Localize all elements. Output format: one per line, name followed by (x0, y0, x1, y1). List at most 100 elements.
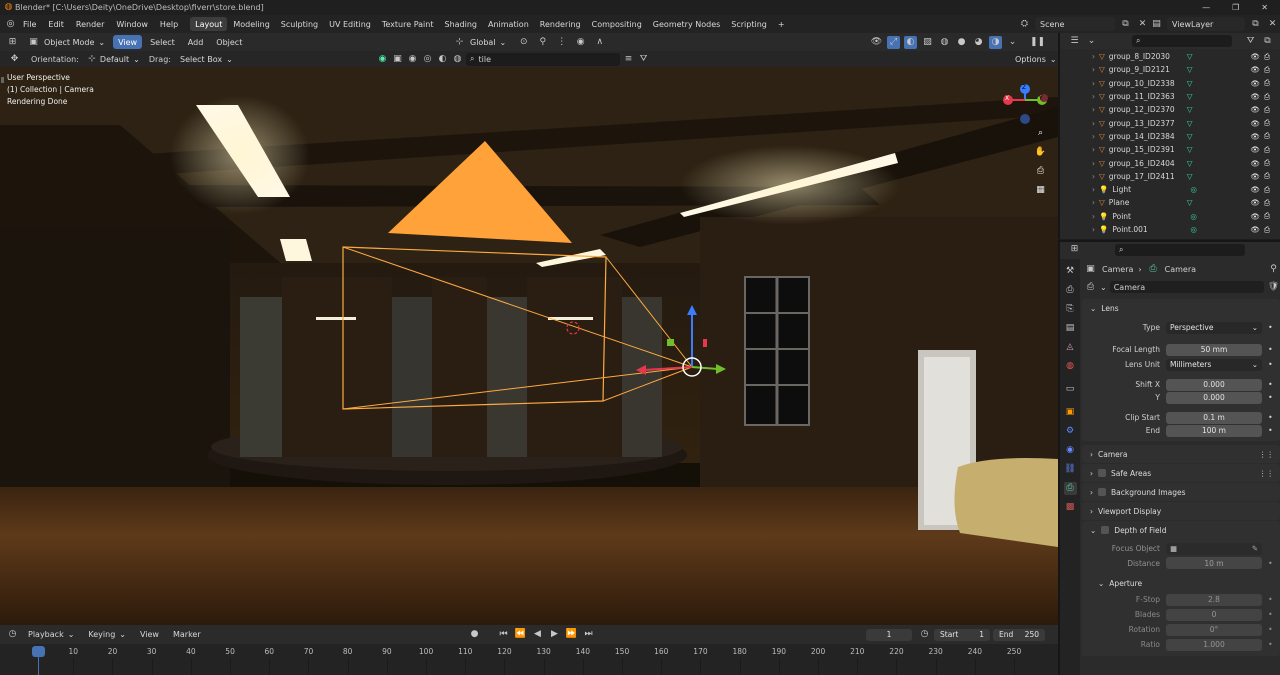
shading-options-icon[interactable]: ⌄ (1006, 36, 1019, 49)
outliner-row[interactable]: › ▽ group_17_ID2411 ▽ 👁 ⎙ (1060, 170, 1280, 183)
current-frame-field[interactable]: 1 (866, 628, 912, 641)
filter-camera-icon[interactable]: ◐ (436, 53, 449, 66)
eye-icon[interactable]: 👁 (1250, 105, 1260, 114)
jump-end-icon[interactable]: ⏭ (582, 628, 595, 641)
keyframe-dot-icon[interactable]: • (1268, 393, 1273, 402)
camera-render-icon[interactable]: ⎙ (1264, 145, 1270, 155)
expand-arrow-icon[interactable]: › (1092, 185, 1095, 194)
properties-editor-icon[interactable]: ⊞ (1068, 243, 1081, 256)
pin-icon[interactable]: ⚲ (1267, 263, 1280, 276)
menu-file[interactable]: File (17, 20, 42, 29)
keying-menu[interactable]: Keying ⌄ (83, 628, 131, 642)
viewport-display-section[interactable]: › Viewport Display (1082, 502, 1280, 520)
expand-arrow-icon[interactable]: › (1092, 92, 1095, 101)
properties-search-input[interactable]: ⌕ (1115, 243, 1245, 256)
camera-render-icon[interactable]: ⎙ (1264, 198, 1270, 208)
pan-hand-icon[interactable]: ✋ (1034, 146, 1047, 159)
prev-keyframe-icon[interactable]: ⏪ (514, 628, 527, 641)
menu-render[interactable]: Render (70, 20, 110, 29)
expand-arrow-icon[interactable]: › (1092, 198, 1095, 207)
outliner-row[interactable]: › ▽ group_9_ID2121 ▽ 👁 ⎙ (1060, 63, 1280, 76)
menu-edit[interactable]: Edit (42, 20, 70, 29)
expand-arrow-icon[interactable]: › (1092, 65, 1095, 74)
left-toolbar-handle[interactable] (1, 77, 4, 83)
keyframe-dot-icon[interactable]: • (1268, 640, 1273, 649)
filter-icon[interactable]: ⛛ (637, 53, 650, 66)
shading-rendered-icon[interactable]: ◑ (989, 35, 1002, 49)
outliner-row[interactable]: › 💡 Light ◎ 👁 ⎙ (1060, 183, 1280, 196)
view-layer-selector[interactable]: ViewLayer (1167, 17, 1245, 31)
camera-render-icon[interactable]: ⎙ (1264, 158, 1270, 168)
eye-icon[interactable]: 👁 (1250, 119, 1260, 128)
tab-scripting[interactable]: Scripting (726, 17, 772, 31)
modifier-tab-icon[interactable]: ⚙ (1064, 425, 1077, 438)
shading-solid-icon[interactable]: ● (955, 36, 968, 49)
clip-end-field[interactable]: 100 m (1166, 424, 1262, 437)
camera-render-icon[interactable]: ⎙ (1264, 105, 1270, 115)
maximize-button[interactable]: ❐ (1232, 3, 1239, 12)
minimize-button[interactable]: — (1202, 3, 1210, 12)
tab-geometry-nodes[interactable]: Geometry Nodes (648, 17, 725, 31)
overlay-toggle-icon[interactable]: ◐ (904, 35, 917, 49)
gizmo-toggle-icon[interactable]: ⤢ (887, 35, 900, 49)
expand-arrow-icon[interactable]: › (1092, 212, 1095, 221)
expand-arrow-icon[interactable]: › (1092, 145, 1095, 154)
eye-icon[interactable]: 👁 (1250, 159, 1260, 168)
shift-y-field[interactable]: 0.000 (1166, 391, 1262, 404)
clip-start-field[interactable]: 0.1 m (1166, 411, 1262, 424)
eye-icon[interactable]: 👁 (1250, 172, 1260, 181)
background-images-checkbox[interactable] (1098, 488, 1106, 496)
tool-tab-icon[interactable]: ⚒ (1064, 265, 1077, 278)
display-mode-icon[interactable]: ⌄ (1085, 35, 1098, 48)
outliner-row[interactable]: › ▽ group_15_ID2391 ▽ 👁 ⎙ (1060, 143, 1280, 156)
falloff-icon[interactable]: ∧ (593, 36, 606, 49)
camera-render-icon[interactable]: ⎙ (1264, 185, 1270, 195)
drag-handle-icon[interactable]: ⋮⋮ (1259, 469, 1274, 478)
gizmo-plane-handle[interactable] (703, 339, 707, 347)
sort-icon[interactable]: ≡ (622, 53, 635, 66)
start-frame-field[interactable]: Start 1 (934, 628, 990, 641)
camera-render-icon[interactable]: ⎙ (1264, 65, 1270, 75)
render-tab-icon[interactable]: ⎙ (1064, 284, 1077, 297)
keyframe-dot-icon[interactable]: • (1268, 426, 1273, 435)
filter-world-icon[interactable]: ◍ (451, 53, 464, 66)
outliner-row[interactable]: › ▽ group_11_ID2363 ▽ 👁 ⎙ (1060, 90, 1280, 103)
eye-icon[interactable]: 👁 (1250, 132, 1260, 141)
search-field[interactable]: ⌕ tile (466, 52, 620, 66)
tab-modeling[interactable]: Modeling (228, 17, 274, 31)
viewport[interactable]: User Perspective (1) Collection | Camera… (0, 67, 1058, 625)
keyframe-dot-icon[interactable]: • (1268, 595, 1273, 604)
focal-length-field[interactable]: 50 mm (1166, 343, 1262, 356)
camera-render-icon[interactable]: ⎙ (1264, 92, 1270, 102)
cycles-icon[interactable]: ◉ (376, 53, 389, 66)
object-tab-icon[interactable]: ▣ (1064, 406, 1077, 419)
safe-areas-section[interactable]: › Safe Areas ⋮⋮ (1082, 464, 1280, 482)
delete-view-layer-icon[interactable]: ✕ (1266, 18, 1279, 31)
outliner-row[interactable]: › ▽ group_12_ID2370 ▽ 👁 ⎙ (1060, 103, 1280, 116)
transform-orientation-dropdown[interactable]: ⊹ Global ⌄ (448, 35, 511, 49)
keyframe-dot-icon[interactable]: • (1268, 559, 1273, 568)
drag-handle-icon[interactable]: ⋮⋮ (1259, 450, 1274, 459)
camera-render-icon[interactable]: ⎙ (1264, 211, 1270, 221)
menu-help[interactable]: Help (154, 20, 184, 29)
eye-icon[interactable]: 👁 (1250, 145, 1260, 154)
lens-unit-dropdown[interactable]: Millimeters ⌄ (1166, 358, 1262, 371)
select-menu[interactable]: Select (145, 35, 180, 49)
marker-menu[interactable]: Marker (168, 628, 206, 642)
lens-panel-header[interactable]: ⌄ Lens (1082, 299, 1280, 317)
camera-render-icon[interactable]: ⎙ (1264, 225, 1270, 235)
add-menu[interactable]: Add (183, 35, 209, 49)
background-images-section[interactable]: › Background Images (1082, 483, 1280, 501)
outliner-search-input[interactable]: ⌕ (1132, 35, 1232, 47)
focus-object-field[interactable]: ■ ✎ (1166, 542, 1262, 555)
jump-start-icon[interactable]: ⏮ (497, 628, 510, 641)
blades-field[interactable]: 0 (1166, 608, 1262, 621)
keyframe-dot-icon[interactable]: • (1268, 345, 1273, 354)
eye-icon[interactable]: 👁 (1250, 185, 1260, 194)
camera-render-icon[interactable]: ⎙ (1264, 78, 1270, 88)
blender-menu-icon[interactable]: ◎ (4, 18, 17, 31)
keyframe-dot-icon[interactable]: • (1268, 380, 1273, 389)
eye-icon[interactable]: 👁 (1250, 212, 1260, 221)
outliner-row[interactable]: › ▽ Plane ▽ 👁 ⎙ (1060, 196, 1280, 209)
next-keyframe-icon[interactable]: ⏩ (565, 628, 578, 641)
